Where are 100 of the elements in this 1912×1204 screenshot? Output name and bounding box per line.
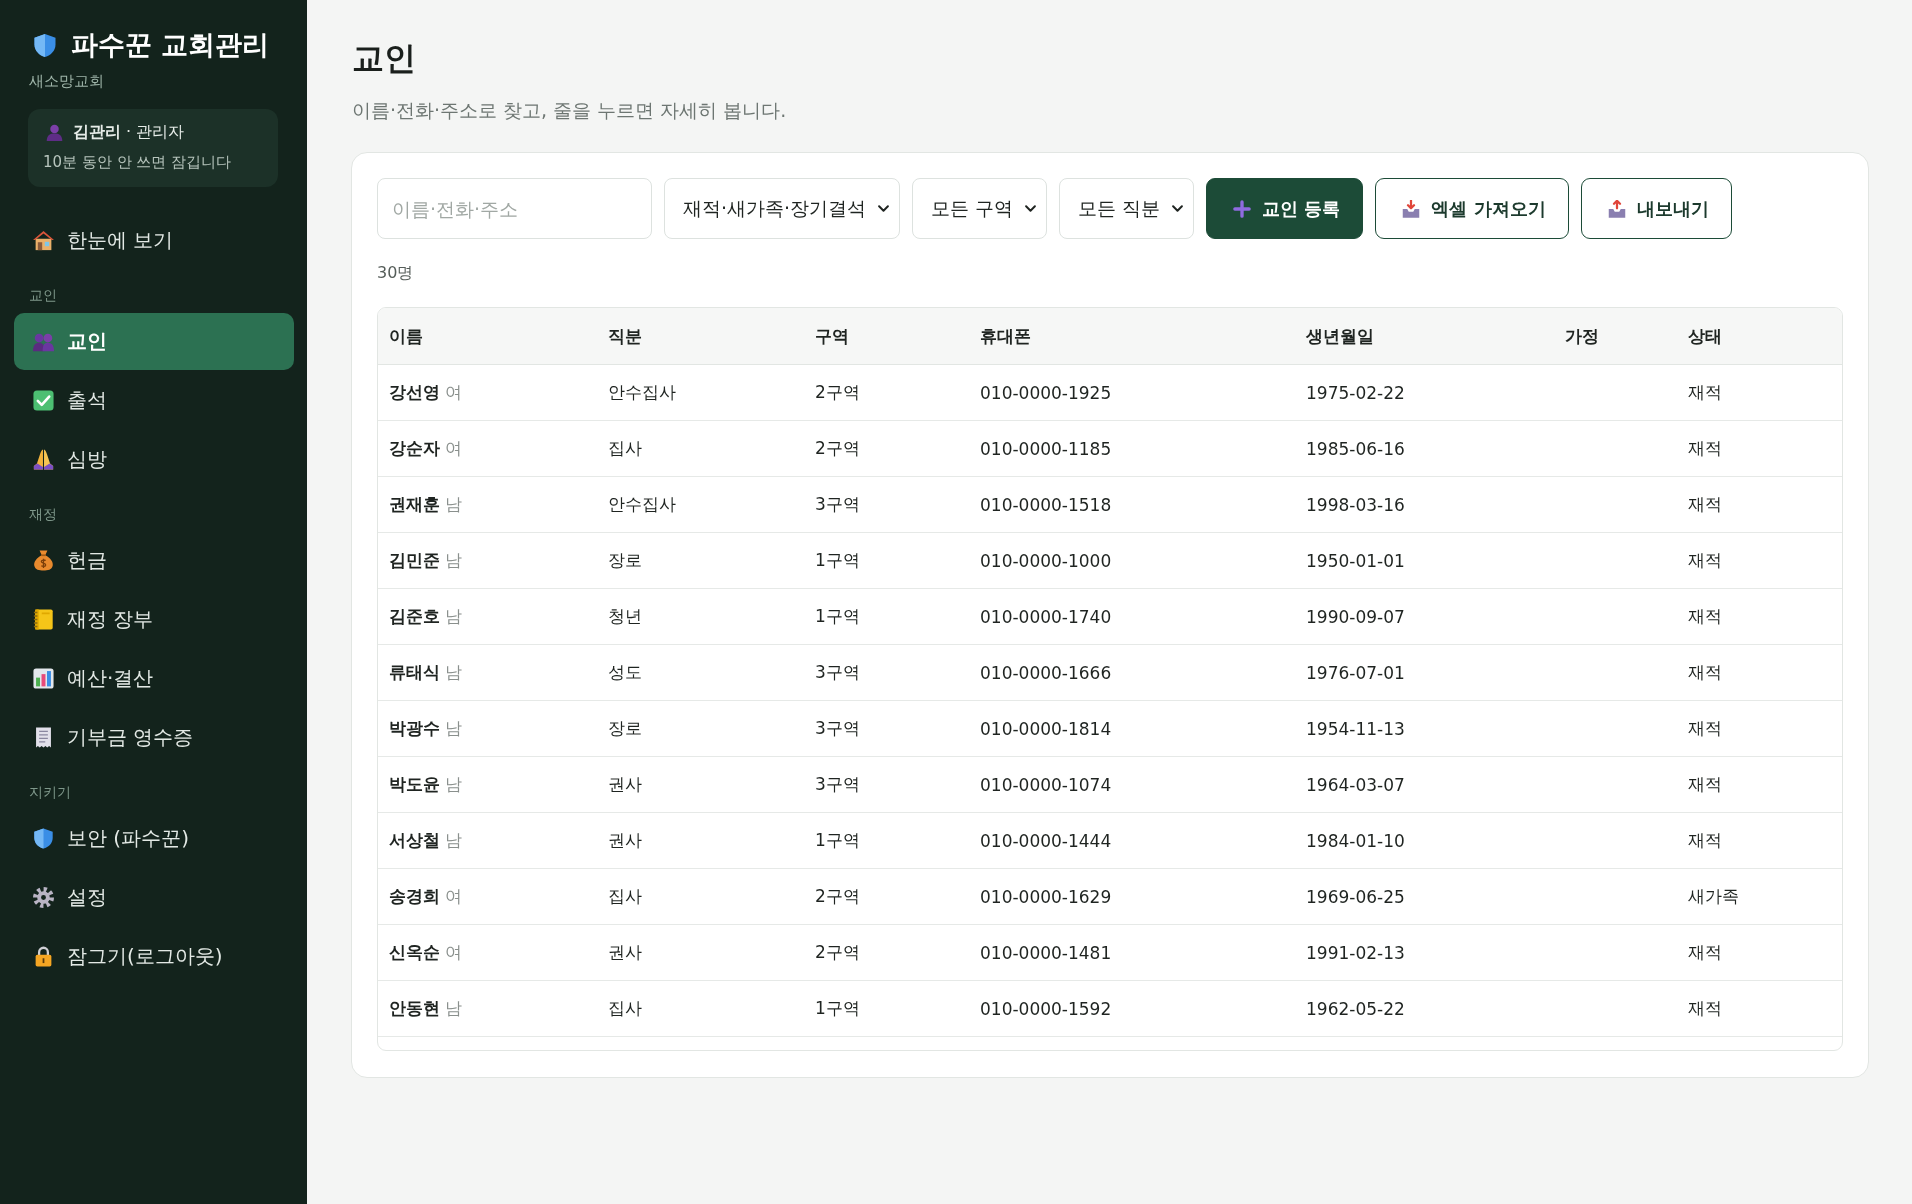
- nav-item[interactable]: 교인: [14, 313, 294, 370]
- member-name: 김준호: [389, 606, 440, 626]
- gender-label: 남: [445, 998, 463, 1018]
- role-filter[interactable]: 모든 직분: [1059, 178, 1195, 239]
- column-header: 가정: [1554, 308, 1677, 365]
- member-row[interactable]: 신옥순 여 권사 2구역 010-0000-1481 1991-02-13 재적: [378, 924, 1842, 981]
- phone-text: 010-0000-1481: [980, 942, 1112, 963]
- member-row[interactable]: 강순자 여 집사 2구역 010-0000-1185 1985-06-16 재적: [378, 420, 1842, 477]
- district-text: 3구역: [815, 774, 860, 794]
- inbox-tray-icon: [1402, 199, 1421, 218]
- member-row[interactable]: 서상철 남 권사 1구역 010-0000-1444 1984-01-10 재적: [378, 812, 1842, 869]
- shield-icon: [33, 828, 54, 849]
- receipt-icon: [33, 727, 54, 748]
- export-button[interactable]: 내보내기: [1580, 178, 1732, 239]
- member-row[interactable]: 김준호 남 청년 1구역 010-0000-1740 1990-09-07 재적: [378, 588, 1842, 645]
- nav-item[interactable]: 헌금: [14, 532, 294, 589]
- gender-label: 여: [445, 438, 463, 458]
- member-name: 안동현: [389, 998, 440, 1018]
- member-row[interactable]: 류태식 남 성도 3구역 010-0000-1666 1976-07-01 재적: [378, 644, 1842, 701]
- shield-icon: [33, 31, 57, 59]
- member-name: 신옥순: [389, 942, 440, 962]
- nav-item[interactable]: 출석: [14, 372, 294, 429]
- district-text: 1구역: [815, 830, 860, 850]
- column-header: 직분: [597, 308, 804, 365]
- role-text: 안수집사: [608, 382, 676, 402]
- district-text: 3구역: [815, 494, 860, 514]
- role-text: 권사: [608, 942, 642, 962]
- nav-item[interactable]: 한눈에 보기: [14, 212, 294, 269]
- phone-text: 010-0000-1925: [980, 382, 1112, 403]
- district-text: 2구역: [815, 438, 860, 458]
- district-text: 2구역: [815, 942, 860, 962]
- member-name: 강순자: [389, 438, 440, 458]
- status-text: 재적: [1688, 606, 1722, 626]
- person-icon: [46, 124, 63, 141]
- auto-lock-notice: 10분 동안 안 쓰면 잠깁니다: [43, 153, 233, 172]
- nav-section-heading: 재정: [28, 505, 58, 524]
- gender-label: 여: [445, 382, 463, 402]
- phone-text: 010-0000-1518: [980, 494, 1112, 515]
- column-header: 휴대폰: [969, 308, 1295, 365]
- member-row[interactable]: 김민준 남 장로 1구역 010-0000-1000 1950-01-01 재적: [378, 532, 1842, 589]
- gender-label: 남: [445, 550, 463, 570]
- birthdate-text: 1991-02-13: [1306, 942, 1405, 963]
- bar-chart-icon: [33, 668, 54, 689]
- notebook-icon: [33, 609, 54, 630]
- user-label: 김관리 · 관리자: [73, 122, 185, 143]
- nav-item[interactable]: 기부금 영수증: [14, 709, 294, 766]
- nav-item[interactable]: 잠그기(로그아웃): [14, 928, 294, 985]
- nav-item[interactable]: 설정: [14, 869, 294, 926]
- nav-item[interactable]: 재정 장부: [14, 591, 294, 648]
- status-text: 재적: [1688, 438, 1722, 458]
- phone-text: 010-0000-1592: [980, 998, 1112, 1019]
- check-mark-icon: [33, 390, 54, 411]
- gender-label: 남: [445, 830, 463, 850]
- district-text: 1구역: [815, 998, 860, 1018]
- column-header: 구역: [804, 308, 969, 365]
- chevron-down-icon: [1025, 205, 1037, 212]
- member-name: 권재훈: [389, 494, 440, 514]
- district-text: 2구역: [815, 886, 860, 906]
- role-text: 안수집사: [608, 494, 676, 514]
- gender-label: 남: [445, 718, 463, 738]
- nav-section-heading: 교인: [28, 286, 58, 305]
- member-name: 김민준: [389, 550, 440, 570]
- status-text: 재적: [1688, 550, 1722, 570]
- member-row[interactable]: 강선영 여 안수집사 2구역 010-0000-1925 1975-02-22 재적: [378, 364, 1842, 421]
- member-row[interactable]: 권재훈 남 안수집사 3구역 010-0000-1518 1998-03-16 재적: [378, 476, 1842, 533]
- member-row[interactable]: 송경희 여 집사 2구역 010-0000-1629 1969-06-25 새가족: [378, 868, 1842, 925]
- district-text: 1구역: [815, 606, 860, 626]
- nav-item[interactable]: 보안 (파수꾼): [14, 810, 294, 867]
- birthdate-text: 1964-03-07: [1306, 774, 1405, 795]
- member-name: 박도윤: [389, 774, 440, 794]
- member-name: 송경희: [389, 886, 440, 906]
- phone-text: 010-0000-1074: [980, 774, 1112, 795]
- member-row[interactable]: 안동현 남 집사 1구역 010-0000-1592 1962-05-22 재적: [378, 980, 1842, 1037]
- phone-text: 010-0000-1444: [980, 830, 1112, 851]
- phone-text: 010-0000-1185: [980, 438, 1112, 459]
- nav-item[interactable]: 예산·결산: [14, 650, 294, 707]
- district-text: 3구역: [815, 662, 860, 682]
- settings-icon: [33, 887, 54, 908]
- status-text: 재적: [1688, 830, 1722, 850]
- add-member-button[interactable]: 교인 등록: [1206, 178, 1364, 239]
- praying-hands-icon: [33, 449, 54, 470]
- district-filter[interactable]: 모든 구역: [912, 178, 1048, 239]
- page-subtitle: 이름·전화·주소로 찾고, 줄을 누르면 자세히 봅니다.: [352, 98, 788, 123]
- search-field[interactable]: 이름·전화·주소: [377, 178, 652, 239]
- column-header: 이름: [378, 308, 597, 365]
- member-row[interactable]: 박도윤 남 권사 3구역 010-0000-1074 1964-03-07 재적: [378, 756, 1842, 813]
- role-text: 권사: [608, 774, 642, 794]
- birthdate-text: 1954-11-13: [1306, 718, 1405, 739]
- birthdate-text: 1962-05-22: [1306, 998, 1405, 1019]
- people-icon: [33, 331, 54, 352]
- status-text: 재적: [1688, 998, 1722, 1018]
- phone-text: 010-0000-1666: [980, 662, 1112, 683]
- member-row[interactable]: 박광수 남 장로 3구역 010-0000-1814 1954-11-13 재적: [378, 700, 1842, 757]
- birthdate-text: 1984-01-10: [1306, 830, 1405, 851]
- chevron-down-icon: [878, 205, 890, 212]
- church-name: 새소망교회: [28, 71, 105, 91]
- status-filter[interactable]: 재적·새가족·장기결석: [664, 178, 901, 239]
- member-count: 30명: [377, 262, 415, 284]
- nav-item[interactable]: 심방: [14, 431, 294, 488]
- excel-import-button[interactable]: 엑셀 가져오기: [1375, 178, 1569, 239]
